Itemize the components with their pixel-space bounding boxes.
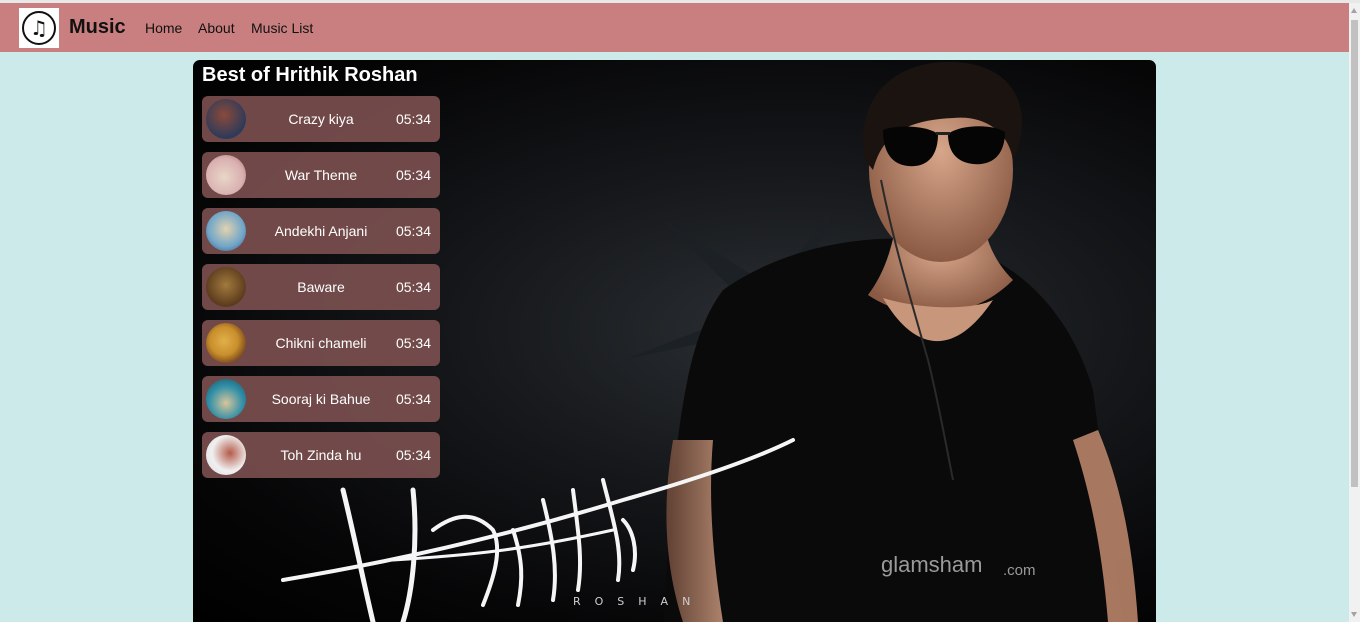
page-title: Best of Hrithik Roshan xyxy=(202,64,418,86)
signature-sub-text: ROSHAN xyxy=(573,595,704,608)
nav-home[interactable]: Home xyxy=(145,20,182,36)
album-art-thumbnail xyxy=(206,323,246,363)
scroll-up-arrow-icon[interactable] xyxy=(1351,8,1357,13)
nav-about[interactable]: About xyxy=(198,20,235,36)
song-duration: 05:34 xyxy=(395,391,431,407)
album-art-thumbnail xyxy=(206,211,246,251)
song-item-baware[interactable]: Baware 05:34 xyxy=(202,264,440,310)
song-duration: 05:34 xyxy=(395,167,431,183)
song-name: Baware xyxy=(297,279,345,295)
song-item-chikni-chameli[interactable]: Chikni chameli 05:34 xyxy=(202,320,440,366)
hero-banner: ROSHAN glamsham .com Best of Hrithik Ros… xyxy=(193,60,1156,622)
song-duration: 05:34 xyxy=(395,223,431,239)
scroll-thumb[interactable] xyxy=(1351,20,1358,487)
song-duration: 05:34 xyxy=(395,447,431,463)
album-art-thumbnail xyxy=(206,379,246,419)
album-art-thumbnail xyxy=(206,267,246,307)
song-name: Sooraj ki Bahue xyxy=(271,391,371,407)
song-name: Chikni chameli xyxy=(275,335,367,351)
song-duration: 05:34 xyxy=(395,111,431,127)
album-art-thumbnail xyxy=(206,435,246,475)
song-item-war-theme[interactable]: War Theme 05:34 xyxy=(202,152,440,198)
scroll-down-arrow-icon[interactable] xyxy=(1351,612,1357,617)
song-name: War Theme xyxy=(284,167,358,183)
brand-title[interactable]: Music xyxy=(69,16,126,39)
watermark-text: glamsham xyxy=(881,552,982,577)
song-duration: 05:34 xyxy=(395,335,431,351)
music-note-icon: ♫ xyxy=(22,11,56,45)
song-name: Crazy kiya xyxy=(288,111,354,127)
album-art-thumbnail xyxy=(206,99,246,139)
song-item-toh-zinda-hu[interactable]: Toh Zinda hu 05:34 xyxy=(202,432,440,478)
song-item-sooraj-ki-bahue[interactable]: Sooraj ki Bahue 05:34 xyxy=(202,376,440,422)
album-art-thumbnail xyxy=(206,155,246,195)
nav-music-list[interactable]: Music List xyxy=(251,20,313,36)
song-name: Toh Zinda hu xyxy=(280,447,362,463)
logo[interactable]: ♫ xyxy=(19,8,59,48)
page-scrollbar[interactable] xyxy=(1349,3,1360,622)
song-duration: 05:34 xyxy=(395,279,431,295)
watermark-suffix: .com xyxy=(1003,562,1036,579)
song-name: Andekhi Anjani xyxy=(274,223,368,239)
song-item-crazy-kiya[interactable]: Crazy kiya 05:34 xyxy=(202,96,440,142)
song-item-andekhi-anjani[interactable]: Andekhi Anjani 05:34 xyxy=(202,208,440,254)
navbar: ♫ Music Home About Music List xyxy=(0,3,1349,52)
